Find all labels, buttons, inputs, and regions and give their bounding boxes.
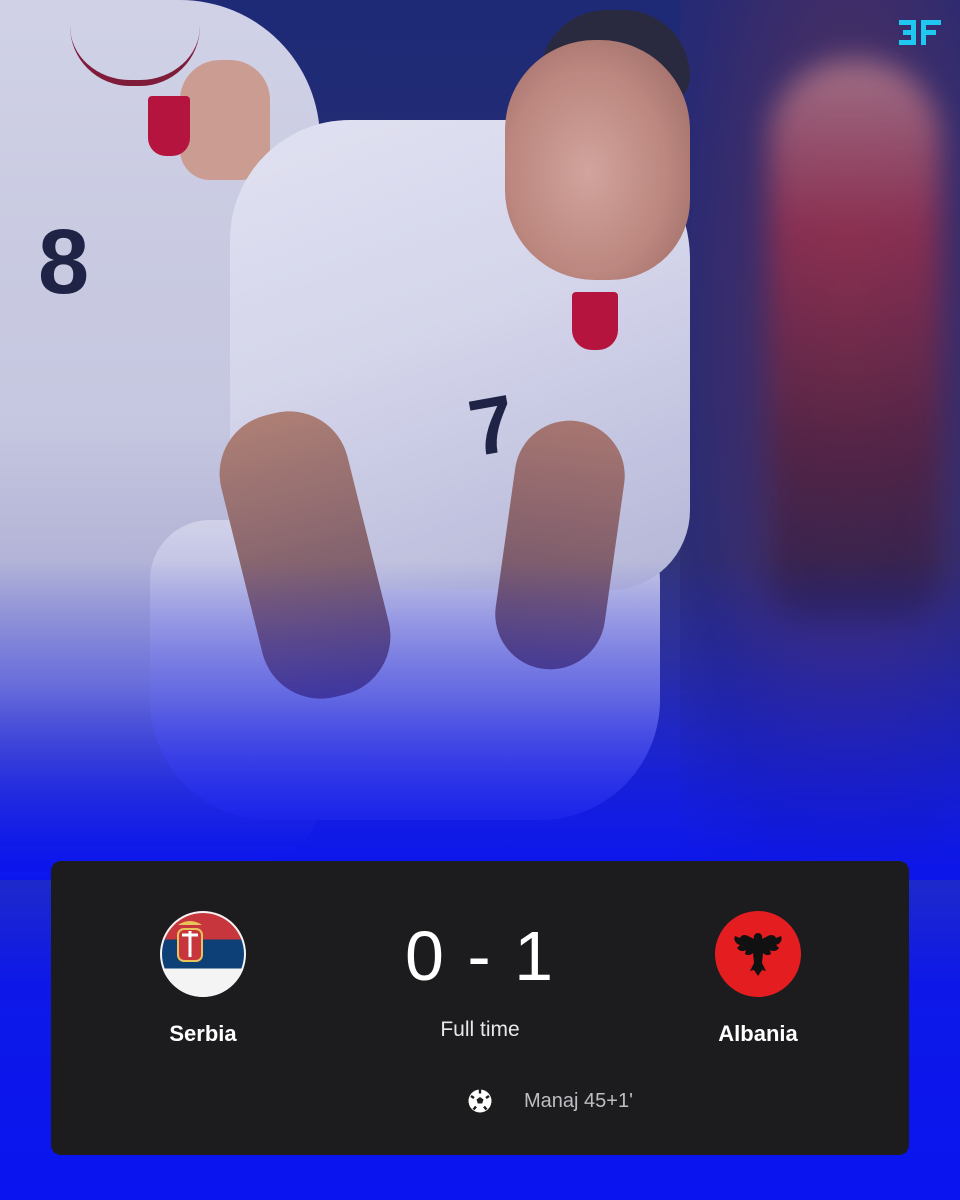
match-result-graphic: 8 7 Serbia 0 - 1 Full time Albania Manaj… <box>0 0 960 1200</box>
blue-fade-overlay <box>0 560 960 880</box>
scorer-entry: Manaj 45+1' <box>524 1089 633 1112</box>
player-celebration-photo: 8 7 <box>0 0 960 880</box>
home-team: Serbia <box>93 911 313 1047</box>
serbia-flag-icon <box>160 911 246 997</box>
score-block: 0 - 1 Full time <box>321 916 639 1042</box>
away-team: Albania <box>648 911 868 1047</box>
goal-scorers: Manaj 45+1' <box>466 1087 633 1115</box>
away-team-name: Albania <box>718 1021 798 1046</box>
final-score: 0 - 1 <box>404 917 556 995</box>
albania-flag-icon <box>715 911 801 997</box>
home-team-name: Serbia <box>169 1021 237 1046</box>
match-status: Full time <box>440 1018 520 1041</box>
brand-logo-icon <box>899 20 941 45</box>
score-card: Serbia 0 - 1 Full time Albania Manaj 45+… <box>51 861 909 1155</box>
soccer-ball-icon <box>468 1089 492 1113</box>
